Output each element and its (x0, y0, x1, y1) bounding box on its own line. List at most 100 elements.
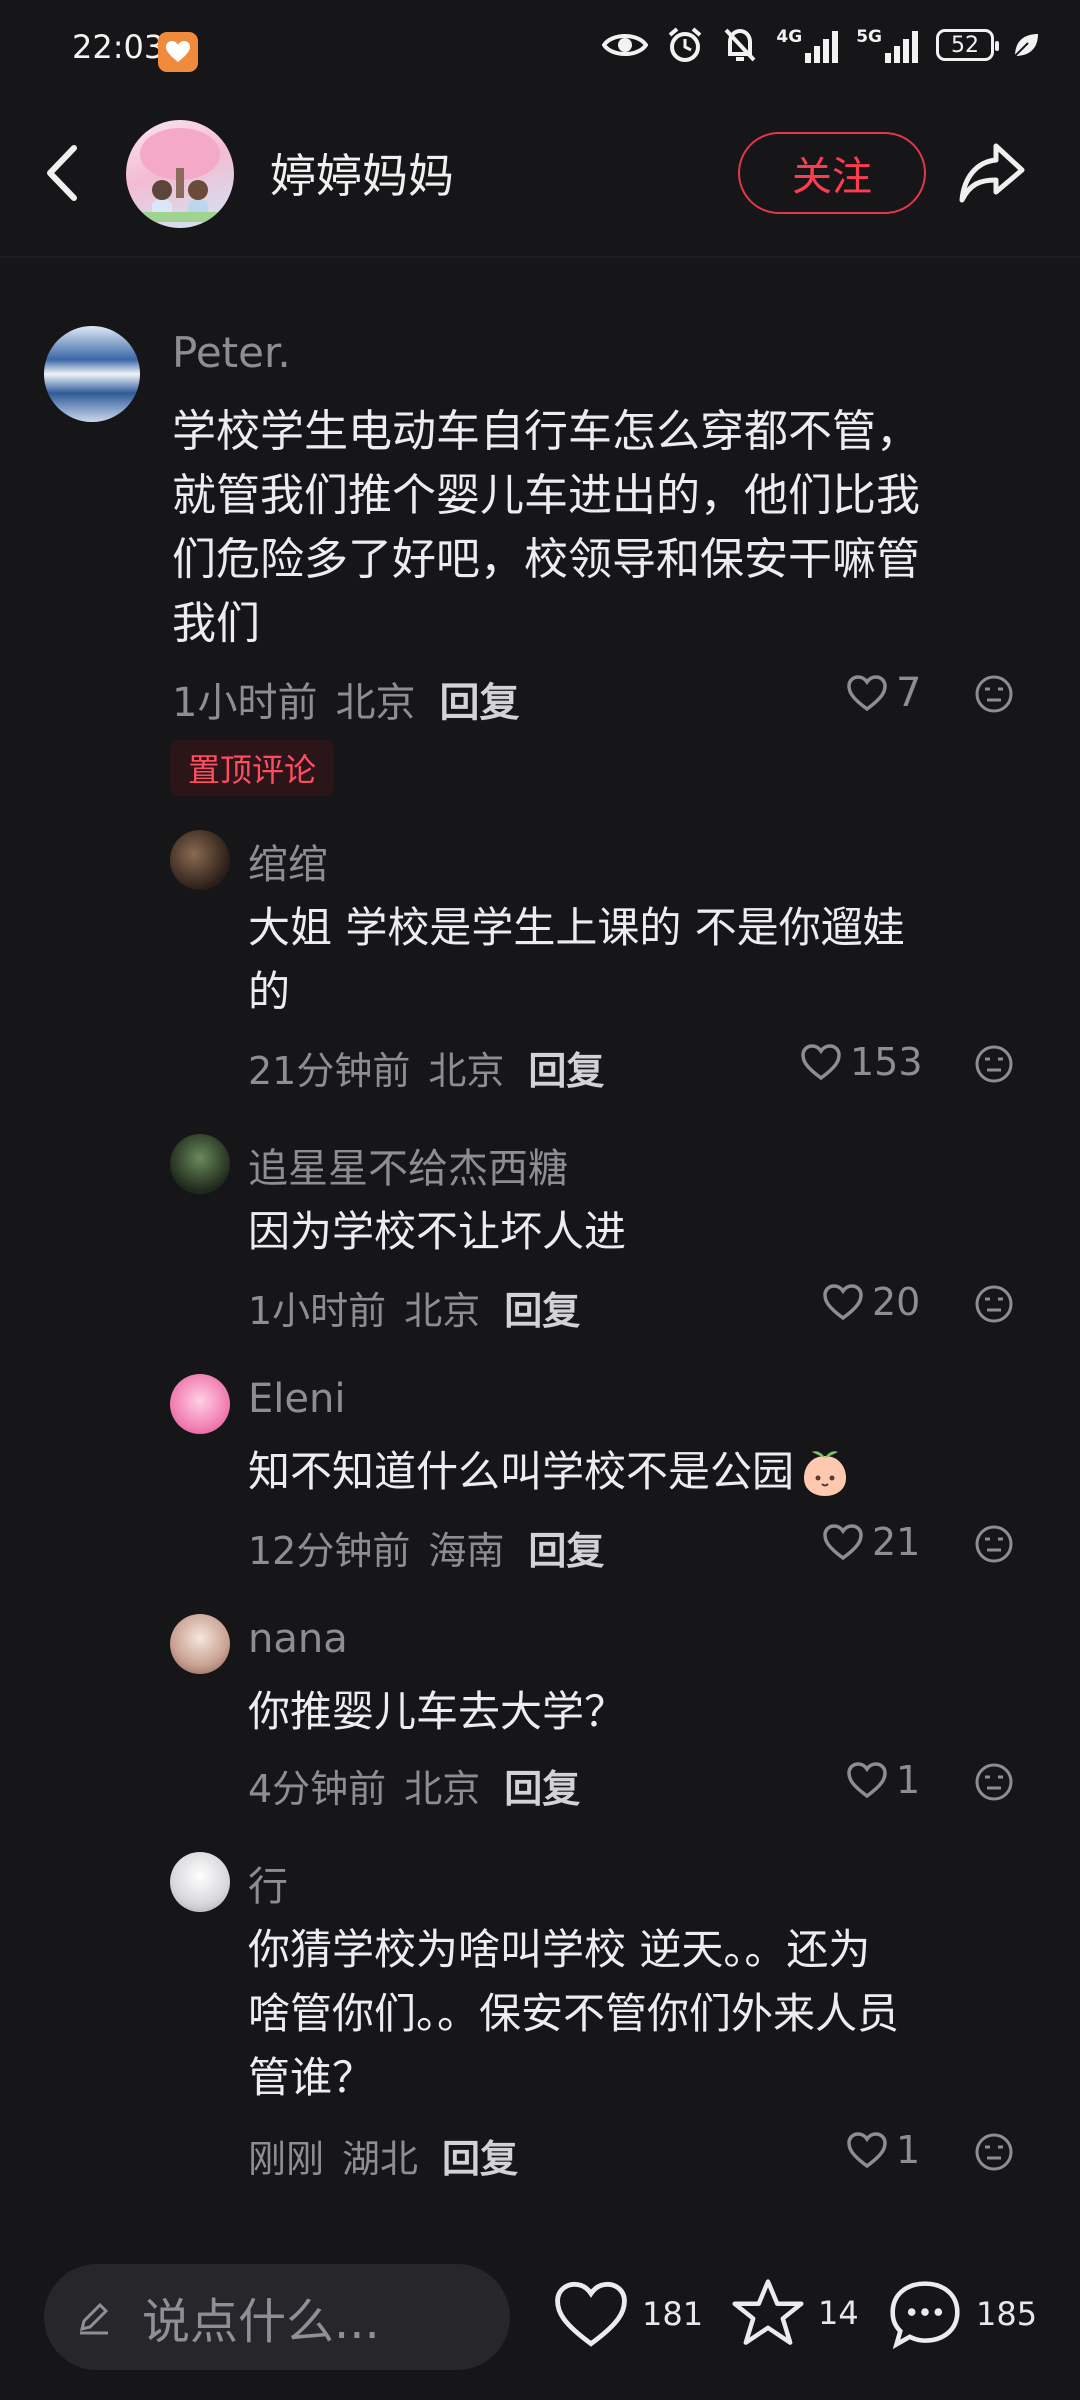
status-icons: 4G 5G 52 (602, 26, 1040, 64)
reply-avatar[interactable] (170, 1134, 230, 1194)
dislike-button[interactable] (974, 1762, 1014, 1806)
reply-username[interactable]: Eleni (248, 1376, 345, 1422)
comment-text: 学校学生电动车自行车怎么穿都不管， 就管我们推个婴儿车进出的，他们比我 们危险多… (172, 400, 1052, 656)
comment-line: 学校学生电动车自行车怎么穿都不管， (172, 406, 920, 457)
reply-location: 湖北 (342, 2137, 419, 2181)
heart-outline-icon (823, 1524, 863, 1561)
header-divider (0, 256, 1080, 258)
like-button[interactable]: 7 (846, 670, 921, 716)
post-favorite-count: 14 (818, 2294, 859, 2332)
comment-username[interactable]: Peter. (172, 328, 291, 377)
dislike-button[interactable] (974, 1524, 1014, 1568)
reply-line: 的 (248, 967, 291, 1016)
peach-emoji-icon (804, 1451, 847, 1496)
reply-line: 管谁？ (248, 2053, 375, 2102)
reply-meta: 21分钟前 北京 回复 (248, 1040, 604, 1095)
reply-avatar[interactable] (170, 1852, 230, 1912)
like-count: 1 (896, 2128, 921, 2172)
like-button[interactable]: 21 (822, 1520, 920, 1564)
reply-avatar[interactable] (170, 830, 230, 890)
dislike-face-icon (975, 1045, 1013, 1083)
reply-meta: 1小时前 北京 回复 (248, 1280, 580, 1335)
comment-location: 北京 (335, 680, 416, 726)
reply-line: 你猜学校为啥叫学校 逆天。。还为 (248, 1925, 871, 1974)
reply-location: 北京 (404, 1289, 481, 1333)
chat-bubble-icon (890, 2281, 960, 2350)
reply-time: 刚刚 (248, 2137, 325, 2181)
like-count: 21 (872, 1520, 921, 1564)
reply-button[interactable]: 回复 (528, 1040, 604, 1095)
battery-level: 52 (951, 32, 979, 58)
reply-avatar[interactable] (170, 1374, 230, 1434)
reply-button[interactable]: 回复 (442, 2128, 518, 2183)
reply-button[interactable]: 回复 (439, 670, 519, 728)
dislike-button[interactable] (974, 2132, 1014, 2176)
heart-outline-icon (555, 2281, 627, 2347)
reply-time: 1小时前 (248, 1289, 387, 1333)
reply-avatar[interactable] (170, 1614, 230, 1674)
reply-line: 知不知道什么叫学校不是公园 (248, 1447, 795, 1496)
mute-bell-icon (724, 28, 756, 62)
pinned-comment-badge: 置顶评论 (170, 740, 335, 796)
reply-line: 你推婴儿车去大学？ (248, 1687, 627, 1736)
comment-count-button[interactable]: 185 (886, 2276, 1037, 2352)
reply-button[interactable]: 回复 (528, 1520, 604, 1575)
reply-button[interactable]: 回复 (504, 1758, 580, 1813)
share-button[interactable] (956, 140, 1028, 208)
dislike-face-icon (975, 675, 1013, 713)
reply-meta: 12分钟前 海南 回复 (248, 1520, 604, 1575)
reply-time: 12分钟前 (248, 1529, 411, 1573)
heart-outline-icon (847, 675, 887, 712)
reply-line: 啥管你们。。保安不管你们外来人员 (248, 1989, 900, 2038)
signal-5g-icon: 5G (856, 27, 918, 63)
reply-text: 你推婴儿车去大学？ (248, 1680, 1048, 1744)
page-title: 婷婷妈妈 (270, 149, 454, 203)
favorite-button[interactable]: 14 (730, 2276, 859, 2350)
like-button[interactable]: 20 (822, 1280, 920, 1324)
dislike-face-icon (975, 2133, 1013, 2171)
reply-text: 知不知道什么叫学校不是公园 (248, 1440, 1048, 1504)
dislike-face-icon (975, 1525, 1013, 1563)
reply-username[interactable]: 行 (248, 1854, 288, 1912)
reply-username[interactable]: 绾绾 (248, 832, 328, 890)
pencil-icon (79, 2302, 109, 2335)
dislike-button[interactable] (974, 1044, 1014, 1088)
dislike-button[interactable] (974, 1284, 1014, 1328)
comment-input-placeholder: 说点什么... (142, 2294, 380, 2350)
leaf-icon (1014, 34, 1038, 57)
commenter-avatar[interactable] (44, 326, 140, 422)
eye-icon (602, 34, 649, 56)
like-post-button[interactable]: 181 (552, 2278, 703, 2350)
reply-text: 大姐 学校是学生上课的 不是你遛娃 的 (248, 896, 1048, 1024)
like-button[interactable]: 153 (800, 1040, 923, 1084)
dislike-button[interactable] (974, 674, 1014, 718)
comment-meta: 1小时前 北京 回复 (172, 670, 519, 728)
heart-outline-icon (847, 2132, 887, 2169)
reply-meta: 4分钟前 北京 回复 (248, 1758, 580, 1813)
reply-location: 海南 (428, 1529, 505, 1573)
like-count: 153 (850, 1040, 923, 1084)
reply-username[interactable]: nana (248, 1616, 348, 1662)
reply-text: 你猜学校为啥叫学校 逆天。。还为 啥管你们。。保安不管你们外来人员 管谁？ (248, 1918, 1048, 2110)
like-button[interactable]: 1 (846, 1758, 920, 1802)
share-arrow-icon (959, 143, 1025, 203)
back-button[interactable] (40, 140, 84, 206)
reply-meta: 刚刚 湖北 回复 (248, 2128, 518, 2183)
comment-input[interactable]: 说点什么... (44, 2264, 510, 2370)
reply-username[interactable]: 追星星不给杰西糖 (248, 1136, 568, 1194)
chevron-left-icon (47, 145, 77, 201)
reply-location: 北京 (428, 1049, 505, 1093)
signal-4g-icon: 4G (776, 27, 839, 63)
like-count: 1 (896, 1758, 921, 1802)
heart-outline-icon (847, 1762, 887, 1799)
reply-location: 北京 (404, 1767, 481, 1811)
like-button[interactable]: 1 (846, 2128, 920, 2172)
follow-button[interactable]: 关注 (738, 132, 926, 214)
comment-line: 我们 (172, 598, 260, 649)
dislike-face-icon (975, 1763, 1013, 1801)
alarm-icon (669, 27, 702, 62)
author-avatar[interactable] (126, 120, 234, 228)
battery-icon: 52 (936, 29, 999, 61)
post-comment-count: 185 (976, 2295, 1038, 2333)
reply-button[interactable]: 回复 (504, 1280, 580, 1335)
